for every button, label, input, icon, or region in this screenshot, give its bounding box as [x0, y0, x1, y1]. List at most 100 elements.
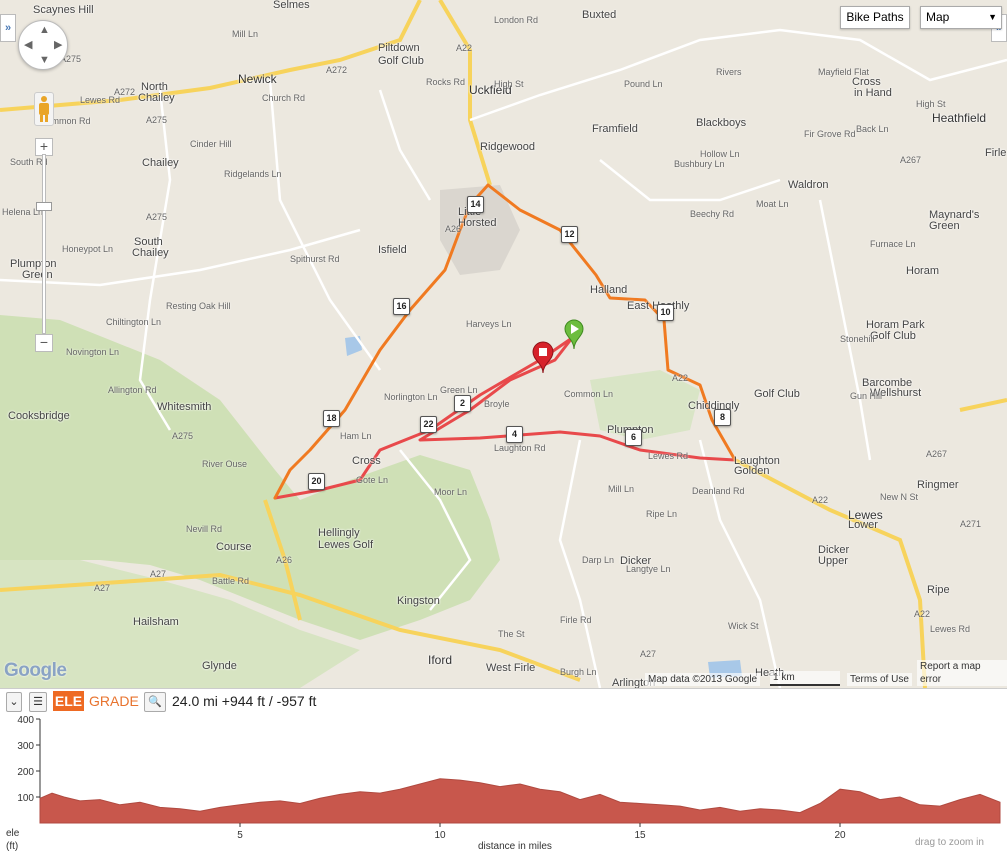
road-label: A267: [900, 155, 922, 165]
place-label: Ripe: [927, 584, 950, 596]
road-label: Rivers: [716, 67, 742, 77]
road-label: Novington Ln: [66, 347, 120, 357]
road-label: A272: [326, 65, 348, 75]
bike-paths-button[interactable]: Bike Paths: [840, 6, 910, 29]
road-label: Lewes Rd: [930, 624, 971, 634]
road-label: Rocks Rd: [426, 77, 466, 87]
road-label: Moat Ln: [756, 199, 789, 209]
road-label: Ridgelands Ln: [224, 169, 282, 179]
road-label: Mill Ln: [232, 29, 259, 39]
x-axis-label: distance in miles: [478, 841, 552, 852]
zoom-out-button[interactable]: −: [35, 334, 53, 352]
place-label: Golf Club: [754, 388, 800, 400]
road-label: Ham Ln: [340, 431, 372, 441]
road-label: Darp Ln: [582, 555, 615, 565]
road-label: Mayfield Flat: [818, 67, 870, 77]
mile-marker[interactable]: 18: [323, 410, 340, 427]
road-label: Church Rd: [262, 93, 306, 103]
road-label: A272: [114, 87, 136, 97]
mile-marker[interactable]: 12: [561, 226, 578, 243]
x-tick-label: 10: [434, 830, 446, 841]
pan-control[interactable]: ▲ ▼ ◀ ▶: [18, 20, 68, 70]
terms-link[interactable]: Terms of Use: [847, 673, 912, 686]
place-label: Kingston: [397, 595, 440, 607]
road-label: Resting Oak Hill: [166, 301, 231, 311]
zoom-slider-track[interactable]: [42, 154, 46, 334]
road-label: Laughton Rd: [494, 443, 546, 453]
mile-marker[interactable]: 16: [393, 298, 410, 315]
x-tick-label: 20: [834, 830, 846, 841]
place-label: Isfield: [378, 244, 407, 256]
road-label: A27: [150, 569, 167, 579]
collapse-panel-button[interactable]: ⌄: [6, 692, 22, 712]
grade-tab[interactable]: GRADE: [89, 691, 139, 711]
place-label: Hailsham: [133, 616, 179, 628]
road-label: A22: [914, 609, 931, 619]
map-type-label: Map: [926, 10, 950, 24]
y-tick-label: 300: [17, 741, 34, 752]
map-scale: 1 km: [770, 671, 840, 686]
y-tick-label: 100: [17, 793, 34, 804]
road-label: Broyle: [484, 399, 510, 409]
place-label: Green: [22, 269, 53, 281]
end-marker-icon[interactable]: [531, 340, 555, 374]
chevron-down-icon: ⌄: [9, 696, 19, 708]
road-label: Common Ln: [564, 389, 614, 399]
zoom-magnifier-icon[interactable]: 🔍: [144, 692, 166, 712]
road-label: The St: [498, 629, 525, 639]
road-label: Langtye Ln: [626, 564, 671, 574]
map-type-select[interactable]: Map ▼: [920, 6, 1002, 29]
place-label: Cooksbridge: [8, 410, 70, 422]
road-label: Chiltington Ln: [106, 317, 162, 327]
road-label: A27: [640, 649, 657, 659]
mile-marker[interactable]: 14: [467, 196, 484, 213]
road-label: Green Ln: [440, 385, 478, 395]
road-label: A271: [960, 519, 982, 529]
y-axis-unit: (ft): [6, 841, 19, 852]
report-error-link[interactable]: Report a map error: [917, 660, 1007, 686]
road-label: Nevill Rd: [186, 524, 223, 534]
route-stats: 24.0 mi +944 ft / -957 ft: [172, 693, 317, 709]
elevation-chart[interactable]: 400 300 200 100 5 10 15 20: [0, 713, 1007, 857]
road-label: Norlington Ln: [384, 392, 438, 402]
road-label: Furnace Ln: [870, 239, 916, 249]
pan-right-icon[interactable]: ▶: [54, 40, 62, 51]
start-marker-icon[interactable]: [563, 318, 585, 350]
place-label: Heathfield: [932, 111, 987, 125]
mile-marker[interactable]: 4: [506, 426, 523, 443]
street-view-pegman-icon[interactable]: [34, 92, 54, 126]
road-label: A275: [172, 431, 194, 441]
mile-marker[interactable]: 20: [308, 473, 325, 490]
road-label: A275: [146, 115, 168, 125]
mile-marker[interactable]: 10: [657, 304, 674, 321]
road-label: Mill Ln: [608, 484, 635, 494]
place-label: Chailey: [142, 157, 179, 169]
place-label: Lower: [848, 519, 878, 531]
place-label: Piltdown: [378, 42, 420, 54]
collapse-left-button[interactable]: »: [0, 14, 16, 42]
place-label: in Hand: [854, 87, 892, 99]
mile-marker[interactable]: 22: [420, 416, 437, 433]
menu-icon[interactable]: ☰: [29, 692, 47, 712]
zoom-slider-thumb[interactable]: [36, 202, 52, 211]
x-tick-label: 5: [237, 830, 243, 841]
mile-marker[interactable]: 8: [714, 409, 731, 426]
road-label: A22: [672, 373, 689, 383]
road-label: Lewes Rd: [80, 95, 121, 105]
pan-down-icon[interactable]: ▼: [39, 55, 50, 66]
map-canvas[interactable]: Scaynes Hill Piltdown Golf Club Buxted Newic…: [0, 0, 1007, 688]
y-axis-label: ele: [6, 828, 20, 839]
road-label: Gote Ln: [356, 475, 389, 485]
ele-tab[interactable]: ELE: [53, 691, 84, 711]
mile-marker[interactable]: 2: [454, 395, 471, 412]
road-label: River Ouse: [202, 459, 248, 469]
mile-marker[interactable]: 6: [625, 429, 642, 446]
place-label: Golf Club: [378, 55, 424, 67]
place-label: Blackboys: [696, 117, 747, 129]
place-label: West Firle: [486, 662, 536, 674]
pan-up-icon[interactable]: ▲: [39, 25, 50, 36]
pan-left-icon[interactable]: ◀: [24, 40, 32, 51]
place-label: Green: [929, 220, 960, 232]
zoom-hint: drag to zoom in: [915, 837, 984, 848]
x-tick-label: 15: [634, 830, 646, 841]
